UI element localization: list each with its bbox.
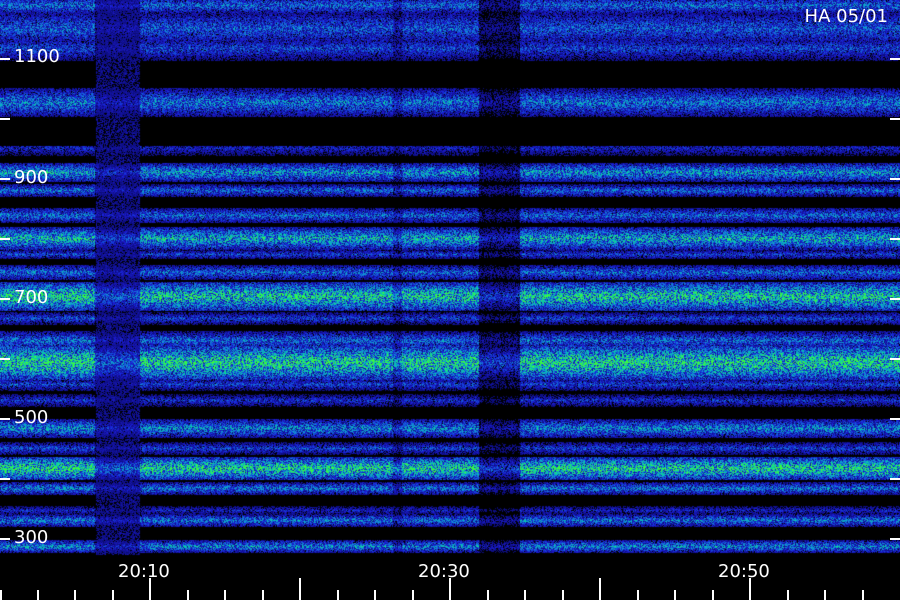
y-tick-left <box>0 478 10 480</box>
x-axis-label-2050: 20:50 <box>718 561 770 582</box>
y-tick-left <box>0 298 10 300</box>
y-tick-right <box>890 118 900 120</box>
x-tick <box>787 590 789 600</box>
x-tick <box>674 590 676 600</box>
y-tick-left <box>0 58 10 60</box>
x-tick <box>412 590 414 600</box>
y-tick-left <box>0 418 10 420</box>
y-tick-right <box>890 358 900 360</box>
x-tick <box>524 590 526 600</box>
y-tick-right <box>890 58 900 60</box>
x-tick <box>0 590 2 600</box>
spectrogram-image <box>0 0 900 600</box>
y-tick-right <box>890 478 900 480</box>
y-tick-left <box>0 238 10 240</box>
x-tick <box>712 590 714 600</box>
x-tick <box>337 590 339 600</box>
x-tick <box>262 590 264 600</box>
y-tick-right <box>890 418 900 420</box>
x-tick <box>112 590 114 600</box>
x-tick <box>187 590 189 600</box>
y-axis-label-700: 700 <box>14 287 49 308</box>
y-tick-left <box>0 358 10 360</box>
y-axis-label-1100: 1100 <box>14 46 60 67</box>
x-tick-major <box>149 578 151 600</box>
x-tick-major <box>599 578 601 600</box>
x-tick-major <box>299 578 301 600</box>
x-axis-label-2010: 20:10 <box>118 561 170 582</box>
y-tick-right <box>890 238 900 240</box>
x-tick <box>74 590 76 600</box>
y-tick-right <box>890 178 900 180</box>
x-tick <box>487 590 489 600</box>
x-tick <box>637 590 639 600</box>
station-date-label: HA 05/01 <box>804 6 888 27</box>
x-tick <box>862 590 864 600</box>
x-tick-major <box>449 578 451 600</box>
y-axis-label-500: 500 <box>14 407 49 428</box>
y-tick-left <box>0 538 10 540</box>
x-tick <box>562 590 564 600</box>
x-tick-major <box>749 578 751 600</box>
y-axis-label-900: 900 <box>14 167 49 188</box>
y-tick-right <box>890 538 900 540</box>
x-tick <box>224 590 226 600</box>
y-tick-right <box>890 298 900 300</box>
x-tick <box>37 590 39 600</box>
y-tick-left <box>0 118 10 120</box>
x-axis-label-2030: 20:30 <box>418 561 470 582</box>
y-axis-label-300: 300 <box>14 527 49 548</box>
y-tick-left <box>0 178 10 180</box>
x-tick <box>824 590 826 600</box>
x-tick <box>374 590 376 600</box>
